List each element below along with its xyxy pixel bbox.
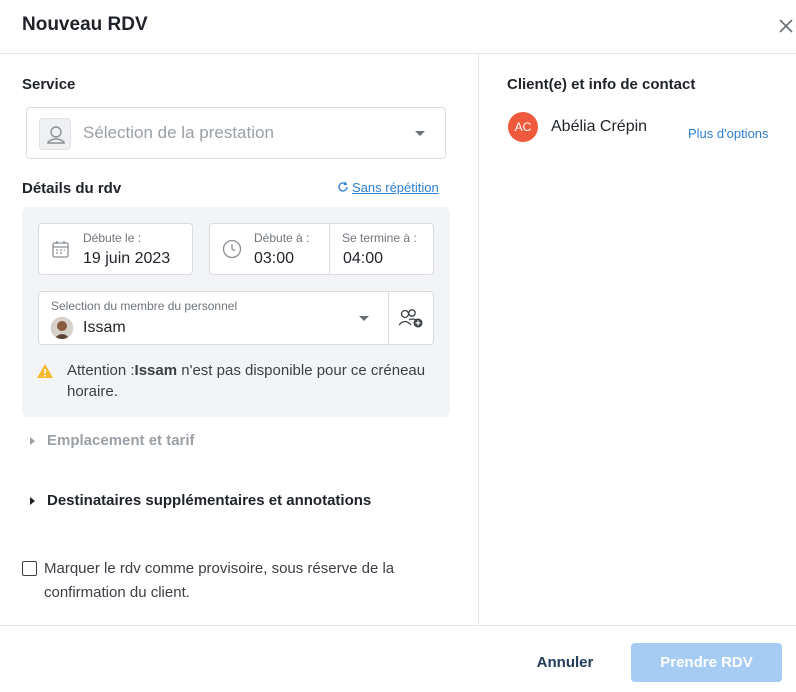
more-options-link[interactable]: Plus d'options (688, 126, 769, 141)
provisional-label: Marquer le rdv comme provisoire, sous ré… (44, 560, 395, 601)
warning-text: Attention :Issam n'est pas disponible po… (67, 360, 427, 402)
client-section-label: Client(e) et info de contact (507, 76, 696, 93)
warning-staff-name: Issam (134, 362, 178, 379)
service-select[interactable]: Sélection de la prestation (26, 107, 446, 159)
end-time-field[interactable]: Se termine à : 04:00 (330, 224, 433, 274)
service-placeholder: Sélection de la prestation (83, 123, 274, 142)
warning-icon (37, 364, 53, 378)
calendar-icon (52, 241, 69, 258)
cancel-button[interactable]: Annuler (520, 644, 610, 680)
start-date-label: Débute le : (83, 231, 142, 245)
dialog-header: Nouveau RDV (0, 0, 796, 54)
chevron-down-icon (359, 316, 369, 321)
start-date-field[interactable]: Débute le : 19 juin 2023 (38, 223, 193, 275)
repeat-icon (338, 181, 348, 192)
submit-button[interactable]: Prendre RDV (631, 643, 782, 682)
repeat-link[interactable]: Sans répétition (337, 180, 439, 195)
location-pricing-label: Emplacement et tarif (47, 432, 195, 449)
service-icon (39, 118, 71, 150)
clock-icon (222, 239, 242, 259)
start-date-value: 19 juin 2023 (83, 250, 171, 267)
service-section-label: Service (22, 76, 76, 93)
chevron-right-icon (30, 497, 35, 505)
add-staff-button[interactable] (388, 291, 434, 345)
dialog-title: Nouveau RDV (22, 14, 148, 35)
chevron-down-icon (415, 131, 425, 136)
provisional-checkbox[interactable] (22, 561, 37, 576)
client-avatar: AC (508, 112, 538, 142)
chevron-right-icon (30, 437, 35, 445)
column-divider (478, 54, 479, 625)
start-time-label: Débute à : (254, 231, 310, 245)
start-time-value: 03:00 (254, 250, 295, 267)
repeat-link-label: Sans répétition (352, 180, 439, 195)
staff-avatar (51, 317, 73, 339)
recipients-label: Destinataires supplémentaires et annotat… (47, 492, 372, 509)
time-range-field: Débute à : 03:00 Se termine à : 04:00 (209, 223, 434, 275)
start-time-field[interactable]: Débute à : 03:00 (250, 224, 328, 274)
warning-prefix: Attention : (67, 362, 135, 379)
close-icon[interactable] (776, 16, 796, 36)
end-time-label: Se termine à : (342, 231, 417, 245)
staff-value: Issam (83, 319, 126, 336)
end-time-value: 04:00 (343, 250, 384, 267)
staff-select[interactable]: Selection du membre du personnel Issam (38, 291, 389, 345)
add-staff-icon (398, 309, 423, 328)
client-name: Abélia Crépin (551, 118, 648, 135)
staff-label: Selection du membre du personnel (51, 299, 238, 313)
details-section-label: Détails du rdv (22, 180, 122, 197)
